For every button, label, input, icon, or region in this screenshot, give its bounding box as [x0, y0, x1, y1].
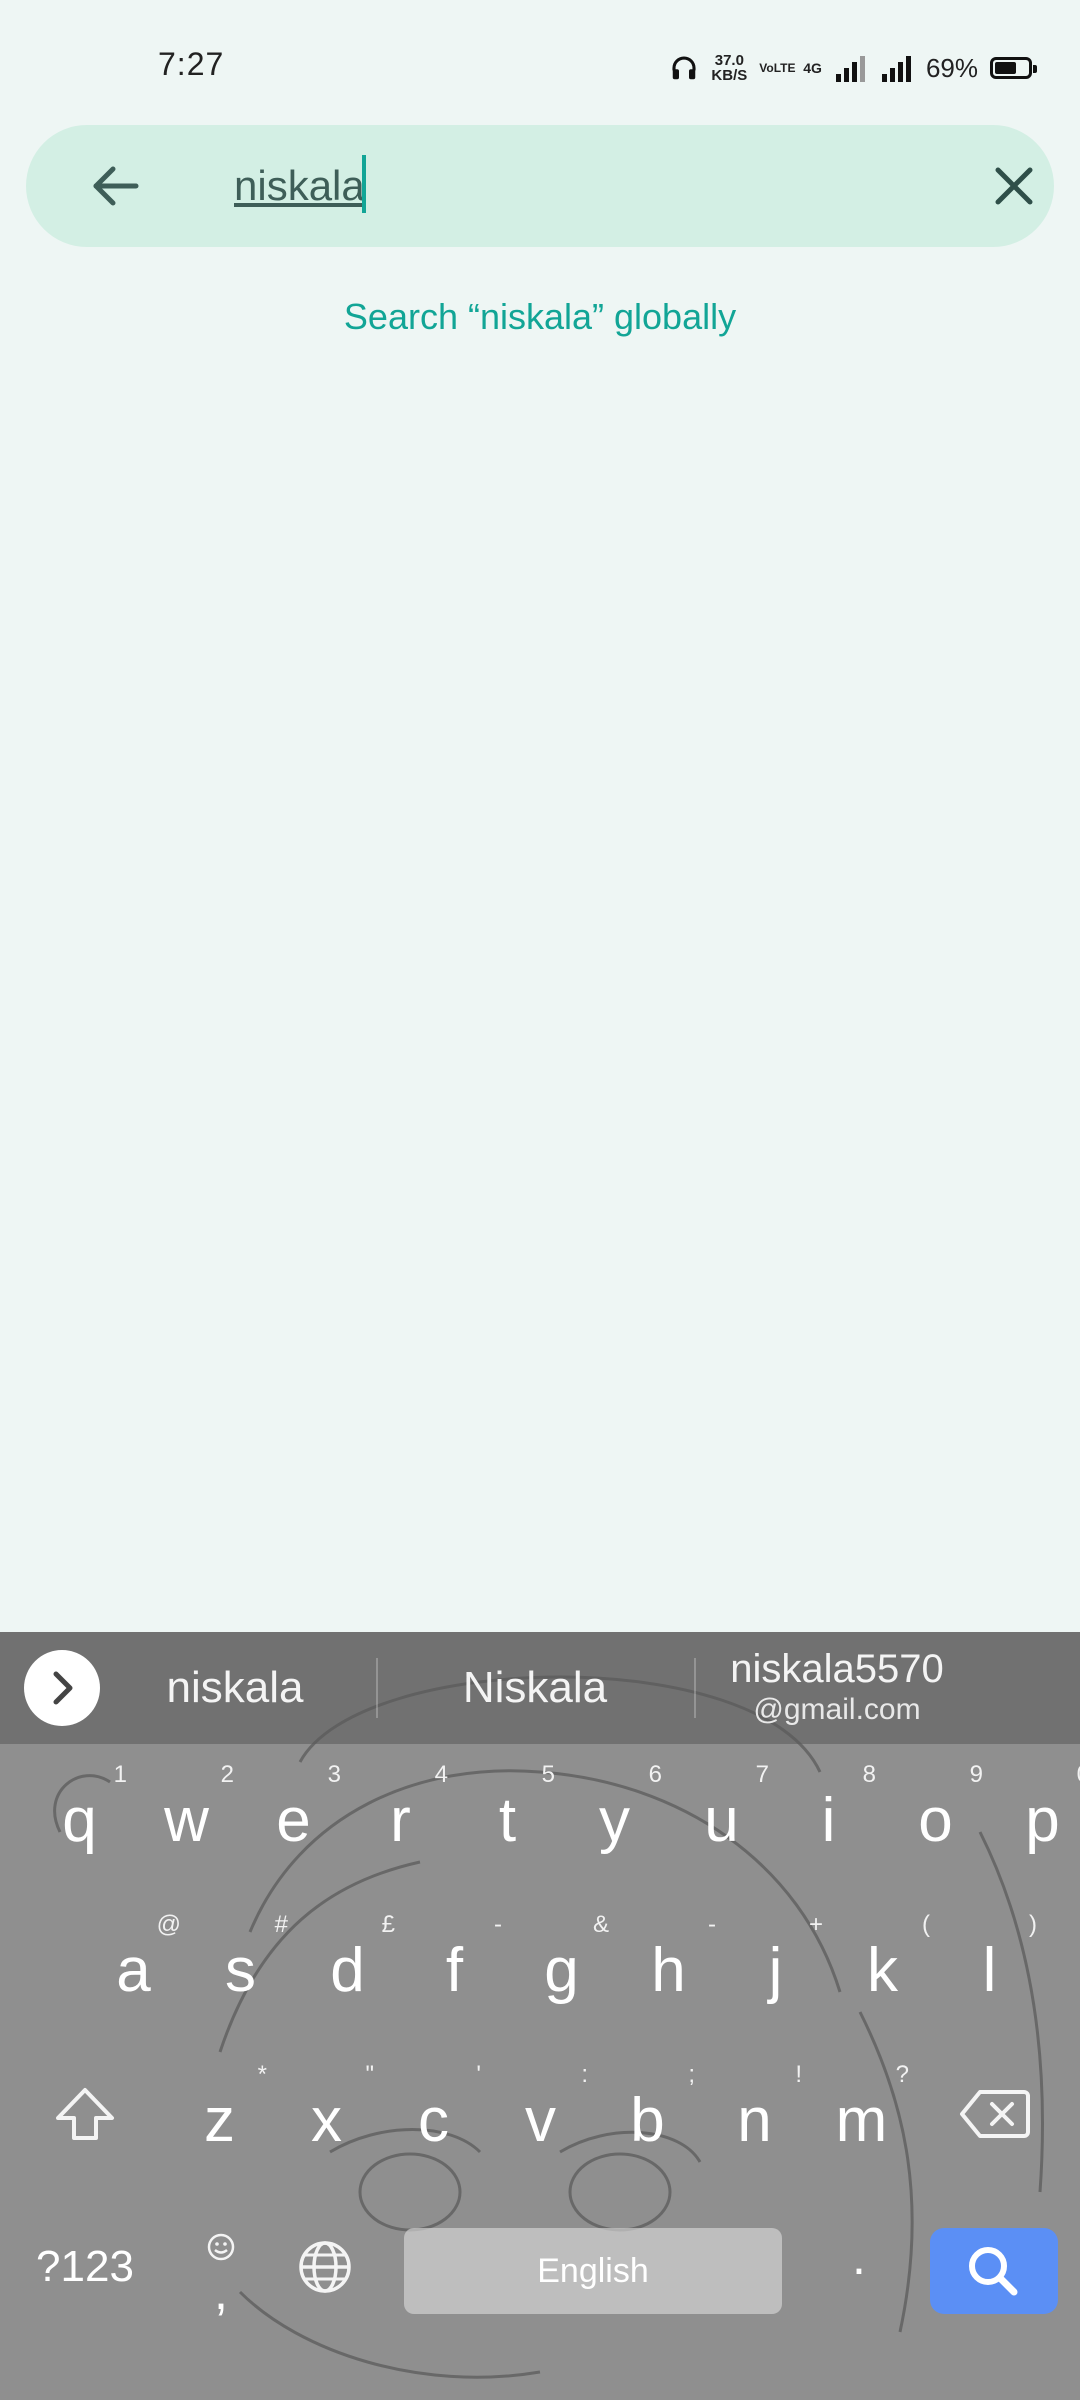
battery-nub — [1033, 65, 1037, 73]
suggestion-divider — [376, 1658, 378, 1718]
suggestion-email-user: niskala5570 — [730, 1647, 944, 1691]
headphones-icon — [672, 56, 696, 80]
key-w[interactable]: 2w — [133, 1750, 240, 1870]
suggestion-1[interactable]: niskala — [128, 1632, 342, 1744]
key-g[interactable]: & g — [508, 1900, 615, 2020]
key-label: t — [498, 1786, 517, 1855]
key-label: b — [630, 2086, 665, 2155]
text-caret — [362, 155, 366, 213]
suggestion-divider — [694, 1658, 696, 1718]
key-label: z — [204, 2086, 235, 2155]
key-label: m — [835, 2086, 888, 2155]
key-label: r — [390, 1786, 411, 1855]
suggestion-2[interactable]: Niskala — [410, 1632, 660, 1744]
network-type: 4G — [803, 59, 822, 76]
key-i[interactable]: 8i — [775, 1750, 882, 1870]
symbols-key[interactable]: ?123 — [30, 2242, 140, 2292]
key-b[interactable]: ; b — [594, 2050, 701, 2170]
arrow-left-icon[interactable] — [86, 156, 146, 216]
key-label: o — [918, 1786, 953, 1855]
key-t[interactable]: 5t — [454, 1750, 561, 1870]
comma-key[interactable]: , — [196, 2232, 246, 2322]
comma-label: , — [214, 2264, 228, 2320]
key-f[interactable]: -f — [401, 1900, 508, 2020]
network-speed: 37.0 KB/S — [711, 53, 747, 83]
key-h[interactable]: -h — [615, 1900, 722, 2020]
key-c[interactable]: ' c — [380, 2050, 487, 2170]
key-e[interactable]: 3e — [240, 1750, 347, 1870]
signal-2-icon — [881, 56, 911, 82]
key-z[interactable]: * z — [166, 2050, 273, 2170]
key-label: w — [164, 1786, 209, 1855]
key-p[interactable]: 0p — [989, 1750, 1080, 1870]
speed-unit: KB/S — [711, 67, 748, 84]
battery-icon — [990, 57, 1037, 79]
signal-1-icon — [835, 56, 865, 82]
key-r[interactable]: 4r — [347, 1750, 454, 1870]
key-label: a — [116, 1936, 151, 2005]
search-globally-link[interactable]: Search “niskala” globally — [0, 296, 1080, 338]
key-o[interactable]: 9o — [882, 1750, 989, 1870]
backspace-icon[interactable] — [958, 2084, 1032, 2144]
key-label: c — [418, 2086, 449, 2155]
key-x[interactable]: " x — [273, 2050, 380, 2170]
key-n[interactable]: ! n — [701, 2050, 808, 2170]
chevron-right-icon — [53, 1671, 73, 1705]
key-l[interactable]: ) l — [936, 1900, 1043, 2020]
key-label: s — [225, 1936, 256, 2005]
key-label: h — [651, 1936, 686, 2005]
key-label: f — [445, 1936, 464, 2005]
suggestion-toggle[interactable] — [24, 1650, 100, 1726]
volte-badge: VoLTE — [759, 61, 796, 75]
emoji-icon — [207, 2233, 235, 2261]
key-m[interactable]: ? m — [808, 2050, 915, 2170]
key-label: g — [544, 1936, 579, 2005]
key-label: k — [867, 1936, 898, 2005]
status-bar: 7:27 37.0 KB/S VoLTE 4G 69% — [0, 0, 1080, 110]
period-key[interactable]: . — [834, 2228, 884, 2286]
status-time: 7:27 — [158, 46, 225, 82]
key-label: e — [276, 1786, 311, 1855]
globe-icon[interactable] — [294, 2236, 356, 2298]
battery-percent: 69% — [925, 52, 978, 83]
search-icon — [969, 2247, 1018, 2296]
suggestion-email-domain: @gmail.com — [753, 1693, 921, 1726]
key-label: y — [599, 1786, 630, 1855]
key-s[interactable]: # s — [187, 1900, 294, 2020]
key-label: q — [62, 1786, 97, 1855]
key-label: j — [768, 1936, 783, 2005]
key-label: d — [330, 1936, 365, 2005]
key-u[interactable]: 7u — [668, 1750, 775, 1870]
battery-fill — [995, 62, 1017, 74]
key-label: l — [982, 1936, 997, 2005]
keyboard: niskala Niskala niskala5570 @gmail.com 1… — [0, 1632, 1080, 2400]
speed-value: 37.0 — [714, 52, 744, 69]
search-bar — [26, 125, 1054, 247]
key-label: x — [311, 2086, 342, 2155]
key-d[interactable]: £ d — [294, 1900, 401, 2020]
suggestion-strip: niskala Niskala niskala5570 @gmail.com — [0, 1632, 1080, 1744]
key-label: v — [525, 2086, 556, 2155]
key-k[interactable]: (k — [829, 1900, 936, 2020]
key-j[interactable]: + j — [722, 1900, 829, 2020]
key-v[interactable]: :v — [487, 2050, 594, 2170]
suggestion-email[interactable]: niskala5570 @gmail.com — [700, 1632, 974, 1744]
key-label: p — [1025, 1786, 1060, 1855]
space-key[interactable]: English — [404, 2228, 782, 2314]
key-label: i — [821, 1786, 836, 1855]
key-y[interactable]: 6y — [561, 1750, 668, 1870]
key-label: u — [704, 1786, 739, 1855]
shift-icon[interactable] — [50, 2080, 120, 2150]
status-icons: 37.0 KB/S VoLTE 4G 69% — [669, 46, 1037, 90]
key-q[interactable]: 1q — [26, 1750, 133, 1870]
close-icon[interactable] — [984, 156, 1044, 216]
keyboard-search-button[interactable] — [930, 2228, 1058, 2314]
key-a[interactable]: @ a — [80, 1900, 187, 2020]
search-input[interactable] — [208, 149, 934, 223]
key-label: n — [737, 2086, 772, 2155]
